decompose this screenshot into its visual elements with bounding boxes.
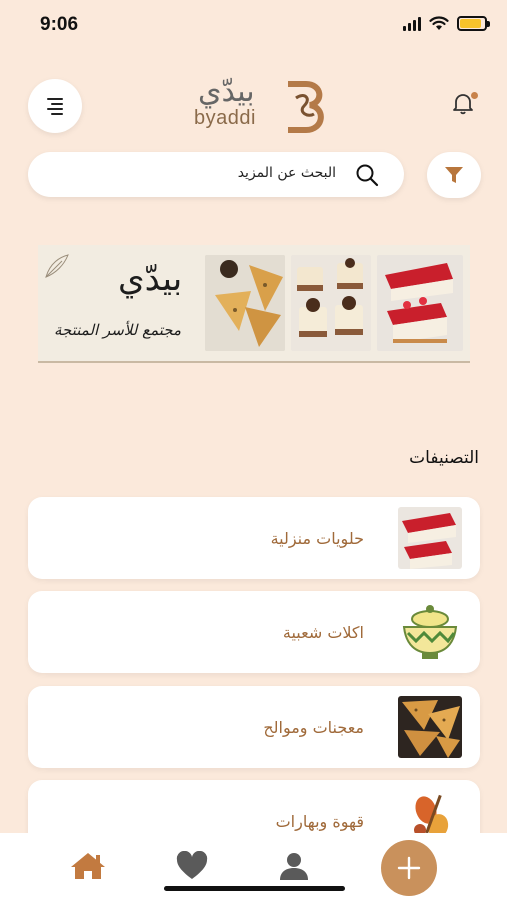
- status-bar: 9:06: [0, 0, 507, 50]
- nav-favorites[interactable]: [172, 849, 212, 883]
- leaf-decoration-icon: [45, 254, 69, 278]
- banner-photo-cheesecake-slice: [377, 255, 463, 351]
- nav-home[interactable]: [68, 849, 108, 883]
- pastry-image: [398, 696, 462, 758]
- categories-title: التصنيفات: [409, 448, 479, 468]
- cheesecake-image: [398, 507, 462, 569]
- home-icon: [71, 853, 105, 879]
- category-label: حلويات منزلية: [270, 529, 364, 548]
- filter-icon: [445, 167, 463, 183]
- category-card-pastries[interactable]: معجنات وموالح: [28, 686, 480, 768]
- search-placeholder: البحث عن المزيد: [237, 165, 336, 181]
- food-bowl-image: [398, 601, 462, 663]
- logo-mark-icon: [288, 81, 324, 133]
- battery-icon: [457, 16, 490, 31]
- category-card-traditional-food[interactable]: اكلات شعبية: [28, 591, 480, 673]
- category-label: معجنات وموالح: [263, 718, 364, 737]
- search-icon: [356, 164, 379, 187]
- home-indicator: [164, 886, 345, 891]
- app-logo: بيدّي byaddi: [190, 74, 340, 136]
- menu-icon: [47, 97, 63, 115]
- category-label: قهوة وبهارات: [275, 812, 364, 831]
- banner-tagline: مجتمع للأسر المنتجة: [54, 321, 181, 339]
- plus-icon: [397, 856, 421, 880]
- wifi-icon: [429, 16, 449, 30]
- status-time: 9:06: [40, 14, 79, 35]
- search-input[interactable]: البحث عن المزيد: [28, 152, 404, 197]
- logo-english-text: byaddi: [194, 107, 256, 129]
- category-label: اكلات شعبية: [282, 623, 364, 642]
- banner-title: بيدّي: [118, 259, 183, 299]
- promo-banner[interactable]: بيدّي مجتمع للأسر المنتجة: [38, 245, 470, 363]
- heart-icon: [176, 851, 208, 879]
- notification-dot: [471, 92, 478, 99]
- logo-arabic-text: بيدّي: [198, 74, 255, 109]
- notifications-button[interactable]: [450, 90, 478, 118]
- category-card-home-sweets[interactable]: حلويات منزلية: [28, 497, 480, 579]
- add-button[interactable]: [381, 840, 437, 896]
- status-icons: [403, 16, 490, 31]
- banner-photo-cheesecake-cups: [291, 255, 371, 351]
- nav-profile[interactable]: [274, 849, 314, 883]
- banner-photo-pastry: [205, 255, 285, 351]
- menu-button[interactable]: [28, 79, 82, 133]
- signal-icon: [403, 16, 421, 31]
- profile-icon: [280, 853, 308, 880]
- filter-button[interactable]: [427, 152, 481, 198]
